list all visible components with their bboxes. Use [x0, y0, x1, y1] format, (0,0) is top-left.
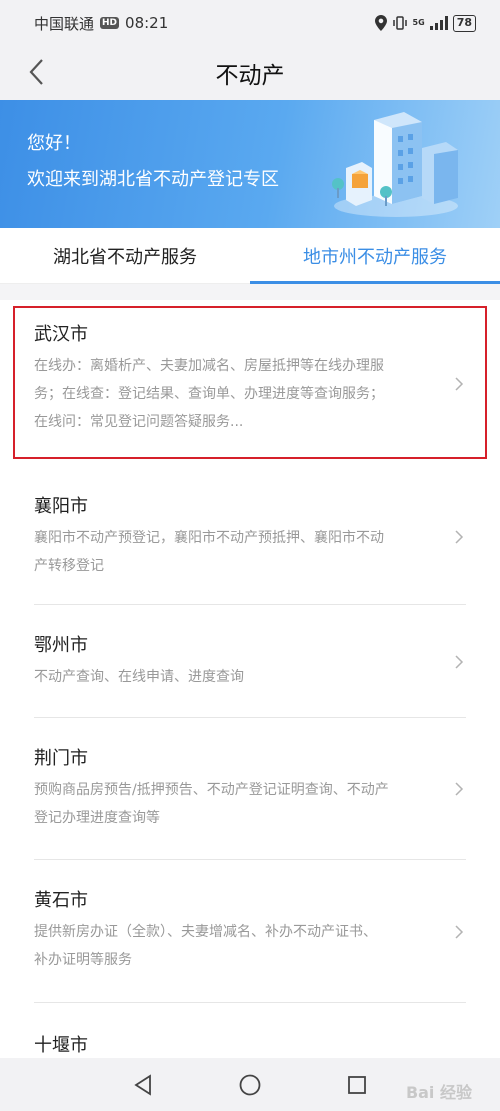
description-line: 补办证明等服务	[34, 952, 132, 968]
carrier-name: 中国联通	[34, 14, 95, 33]
city-description: 襄阳市不动产预登记，襄阳市不动产预抵押、襄阳市不动 产转移登记	[34, 524, 440, 580]
square-recents-icon	[347, 1075, 366, 1094]
list-item-jingmen[interactable]: 荆门市 预购商品房预告/抵押预告、不动产登记证明查询、不动产 登记办理进度查询等	[0, 718, 500, 860]
banner-greeting: 您好！	[27, 133, 81, 154]
city-name: 襄阳市	[34, 496, 88, 517]
signal-icon	[429, 16, 448, 30]
welcome-banner: 您好！ 欢迎来到湖北省不动产登记专区	[0, 100, 500, 228]
back-button[interactable]	[18, 54, 54, 90]
battery-level: 78	[452, 14, 476, 32]
city-name: 武汉市	[34, 324, 88, 345]
city-description: 预购商品房预告/抵押预告、不动产登记证明查询、不动产 登记办理进度查询等	[34, 776, 440, 832]
nav-recents-button[interactable]	[337, 1065, 377, 1105]
nav-home-button[interactable]	[230, 1065, 270, 1105]
description-line: 登记办理进度查询等	[34, 810, 160, 826]
chevron-right-icon	[455, 924, 464, 939]
triangle-back-icon	[134, 1073, 152, 1096]
description-line: 在线办：离婚析产、夫妻加减名、房屋抵押等在线办理服	[34, 358, 384, 374]
city-name: 荆门市	[34, 748, 88, 769]
description-line: 不动产查询、在线申请、进度查询	[34, 669, 244, 685]
section-separator	[0, 284, 500, 300]
description-line: 提供新房办证（全款）、夫妻增减名、补办不动产证书、	[34, 924, 377, 940]
page-title: 不动产	[215, 63, 285, 89]
city-description: 提供新房办证（全款）、夫妻增减名、补办不动产证书、 补办证明等服务	[34, 918, 440, 974]
city-description: 不动产查询、在线申请、进度查询	[34, 663, 440, 691]
network-type: 5G	[412, 18, 425, 27]
city-list: 武汉市 在线办：离婚析产、夫妻加减名、房屋抵押等在线办理服 务；在线查：登记结果…	[0, 300, 500, 1063]
description-line: 产转移登记	[34, 558, 104, 574]
chevron-left-icon	[29, 59, 43, 85]
location-icon	[374, 15, 387, 31]
city-description: 在线办：离婚析产、夫妻加减名、房屋抵押等在线办理服 务；在线查：登记结果、查询单…	[34, 352, 440, 436]
service-tabs: 湖北省不动产服务 地市州不动产服务	[0, 228, 500, 284]
list-item-ezhou[interactable]: 鄂州市 不动产查询、在线申请、进度查询	[0, 605, 500, 718]
city-name: 鄂州市	[34, 635, 88, 656]
tab-hubei-province-services[interactable]: 湖北省不动产服务	[0, 228, 250, 283]
city-name: 十堰市	[34, 1035, 88, 1056]
city-name: 黄石市	[34, 890, 88, 911]
chevron-right-icon	[455, 529, 464, 544]
chevron-right-icon	[455, 654, 464, 669]
chevron-right-icon	[455, 377, 464, 391]
description-line: 务；在线查：登记结果、查询单、办理进度等查询服务；	[34, 386, 384, 402]
nav-back-button[interactable]	[123, 1065, 163, 1105]
list-item-xiangyang[interactable]: 襄阳市 襄阳市不动产预登记，襄阳市不动产预抵押、襄阳市不动 产转移登记	[0, 468, 500, 605]
description-line: 襄阳市不动产预登记，襄阳市不动产预抵押、襄阳市不动	[34, 530, 384, 546]
circle-home-icon	[239, 1074, 261, 1095]
list-item-wuhan[interactable]: 武汉市 在线办：离婚析产、夫妻加减名、房屋抵押等在线办理服 务；在线查：登记结果…	[0, 300, 500, 468]
baidu-watermark: Bai 经验	[405, 1083, 472, 1102]
city-buildings-illustration	[332, 112, 458, 217]
description-line: 在线问：常见登记问题答疑服务...	[34, 414, 244, 430]
clock: 08:21	[125, 14, 169, 32]
list-item-shiyan[interactable]: 十堰市	[0, 1003, 500, 1063]
tab-city-services[interactable]: 地市州不动产服务	[250, 228, 500, 284]
chevron-right-icon	[455, 782, 464, 796]
status-bar: 中国联通 HD 08:21 5G 78	[0, 0, 500, 46]
list-item-huangshi[interactable]: 黄石市 提供新房办证（全款）、夫妻增减名、补办不动产证书、 补办证明等服务	[0, 860, 500, 1003]
title-bar: 不动产	[0, 46, 500, 100]
hd-badge: HD	[100, 17, 120, 29]
banner-welcome-text: 欢迎来到湖北省不动产登记专区	[27, 169, 279, 190]
description-line: 预购商品房预告/抵押预告、不动产登记证明查询、不动产	[34, 782, 389, 798]
vibrate-icon	[392, 16, 407, 30]
